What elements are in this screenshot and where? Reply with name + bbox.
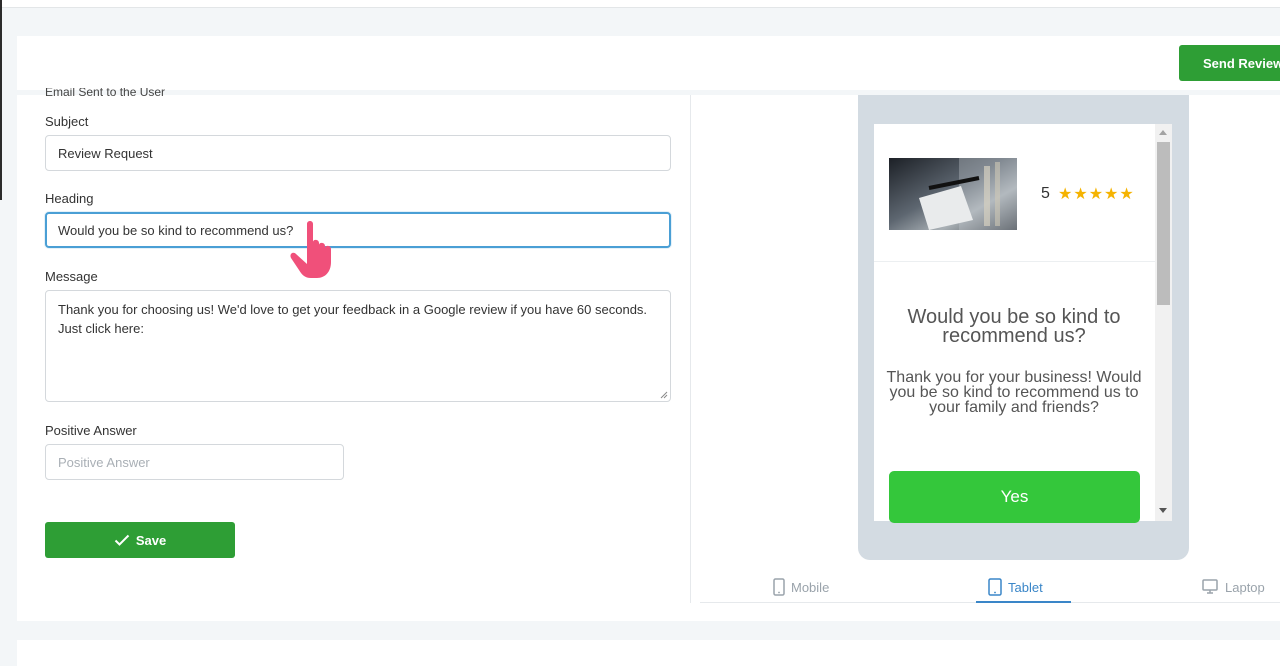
message-value: Thank you for choosing us! We'd love to … [58,302,648,336]
preview-star-rating: ★★★★★ [1058,186,1135,203]
tab-mobile[interactable]: Mobile [773,576,829,598]
subject-value: Review Request [58,145,153,161]
preview-yes-button[interactable]: Yes [889,471,1140,523]
bottom-card [17,640,1280,666]
heading-value: Would you be so kind to recommend us? [58,222,294,238]
heading-label: Heading [45,191,94,206]
header-card [17,36,1280,90]
preview-rating-number: 5 [1041,185,1050,202]
scroll-up-arrow-icon[interactable] [1159,130,1167,135]
mobile-icon [773,578,785,596]
preview-separator [874,261,1155,262]
resize-grip-icon[interactable] [660,391,668,399]
message-textarea[interactable]: Thank you for choosing us! We'd love to … [45,290,671,402]
subject-label: Subject [45,114,89,129]
preview-scroll-thumb[interactable] [1157,142,1170,305]
positive-answer-label: Positive Answer [45,423,137,438]
checkmark-icon [114,534,130,546]
save-label: Save [135,532,167,548]
section-title: Email Sent to the User [45,88,166,99]
preview-photo [889,158,1017,230]
tab-tablet[interactable]: Tablet [988,576,1043,598]
active-tab-indicator [976,601,1071,603]
tab-laptop[interactable]: Laptop [1201,576,1265,598]
send-review-button[interactable]: Send Review [1179,45,1280,81]
tablet-icon [988,578,1002,596]
tab-mobile-label: Mobile [791,579,830,595]
subject-input[interactable]: Review Request [45,135,671,171]
pointer-hand-icon [290,221,331,278]
tab-laptop-label: Laptop [1225,579,1265,595]
preview-message: Thank you for your business! Would you b… [886,369,1142,416]
window-edge [0,0,2,200]
heading-input[interactable]: Would you be so kind to recommend us? [45,212,671,248]
save-button[interactable]: Save [45,522,235,558]
laptop-icon [1202,579,1218,594]
positive-answer-input[interactable]: Positive Answer [45,444,344,480]
panel-divider [690,95,691,603]
top-bar [0,0,1280,8]
scroll-down-arrow-icon[interactable] [1159,508,1167,513]
message-label: Message [45,269,98,284]
tab-tablet-label: Tablet [1008,579,1043,595]
positive-answer-placeholder: Positive Answer [58,454,150,470]
preview-heading: Would you be so kind to recommend us? [907,306,1121,347]
